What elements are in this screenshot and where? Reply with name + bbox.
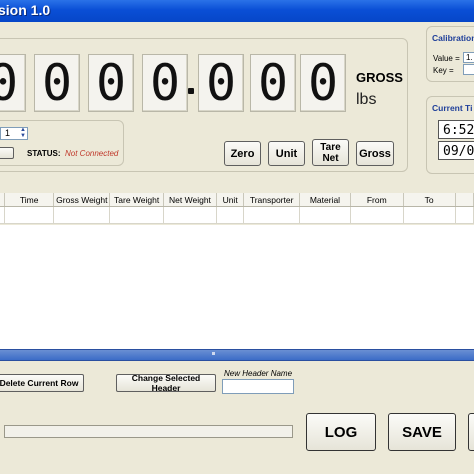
display-digit: 0 — [88, 54, 134, 112]
extra-button[interactable] — [468, 413, 474, 451]
table-cell[interactable] — [299, 206, 352, 224]
splitter-grip-icon — [212, 352, 215, 355]
table-cell[interactable] — [243, 206, 300, 224]
calibration-key-label: Key = — [433, 66, 454, 75]
time-value: 6:52 — [443, 123, 474, 138]
calibration-value: 1. — [466, 53, 473, 62]
table-cell[interactable] — [163, 206, 217, 224]
display-digit: 0 — [34, 54, 80, 112]
column-header-to[interactable]: To — [403, 193, 456, 207]
display-digit: 0 — [142, 54, 188, 112]
table-cell[interactable] — [455, 206, 474, 224]
save-button[interactable]: SAVE — [388, 413, 456, 451]
change-selected-header-button[interactable]: Change Selected Header — [116, 373, 216, 393]
column-header-transporter[interactable]: Transporter — [243, 193, 300, 207]
column-header-net-weight[interactable]: Net Weight — [163, 193, 217, 207]
unit-button[interactable]: Unit — [268, 141, 305, 166]
gross-button[interactable]: Gross — [356, 141, 394, 166]
display-digit: 0 — [250, 54, 296, 112]
table-cell[interactable] — [216, 206, 245, 224]
progress-bar — [4, 425, 293, 438]
log-button[interactable]: LOG — [306, 413, 376, 451]
title-bar: sion 1.0 — [0, 0, 474, 22]
decimal-point — [188, 88, 194, 94]
new-header-name-label: New Header Name — [224, 369, 293, 378]
tare-net-label-line1: Tare — [320, 141, 341, 153]
table-cell[interactable] — [53, 206, 111, 224]
display-unit: lbs — [356, 91, 377, 108]
table-row[interactable] — [0, 206, 474, 224]
zero-button[interactable]: Zero — [224, 141, 261, 166]
status-label: STATUS: — [27, 149, 61, 158]
table-cell[interactable] — [403, 206, 456, 224]
calibration-value-label: Value = — [433, 54, 460, 63]
com-port-value: 1 — [5, 128, 11, 138]
delete-current-row-button[interactable]: Delete Current Row — [0, 374, 84, 392]
current-time-title: Current Ti — [432, 103, 473, 113]
tare-net-label-line2: Net — [322, 152, 339, 164]
column-header-extra[interactable] — [455, 193, 474, 207]
spin-down-icon[interactable]: ▼ — [20, 133, 26, 139]
table-cell[interactable] — [109, 206, 165, 224]
time-display: 6:52 — [438, 120, 474, 139]
column-header-tare-weight[interactable]: Tare Weight — [109, 193, 165, 207]
window-title: sion 1.0 — [0, 2, 51, 18]
display-mode: GROSS — [356, 70, 403, 85]
new-header-name-input[interactable] — [222, 379, 294, 394]
column-header-unit[interactable]: Unit — [216, 193, 245, 207]
status-value: Not Connected — [65, 149, 119, 158]
column-header-time[interactable]: Time — [4, 193, 55, 207]
display-digit: 0 — [198, 54, 244, 112]
column-header-from[interactable]: From — [350, 193, 404, 207]
table-header-row: Time Gross Weight Tare Weight Net Weight… — [0, 193, 474, 207]
calibration-value-field[interactable]: 1. — [463, 52, 474, 63]
connect-button[interactable] — [0, 147, 14, 159]
column-header-material[interactable]: Material — [299, 193, 352, 207]
display-digit: 0 — [0, 54, 26, 112]
display-digit: 0 — [300, 54, 346, 112]
weighing-log-table[interactable]: Time Gross Weight Tare Weight Net Weight… — [0, 193, 474, 224]
table-cell[interactable] — [4, 206, 55, 224]
calibration-key-field[interactable] — [463, 64, 474, 75]
column-header-gross-weight[interactable]: Gross Weight — [53, 193, 111, 207]
splitter-bar[interactable] — [0, 349, 474, 361]
table-cell[interactable] — [350, 206, 404, 224]
com-port-stepper[interactable]: 1 ▲ ▼ — [0, 127, 28, 140]
tare-net-button[interactable]: Tare Net — [312, 139, 349, 166]
table-body-area — [0, 225, 474, 349]
date-value: 09/0 — [443, 144, 474, 159]
calibration-title: Calibration — [432, 33, 474, 43]
date-display: 09/0 — [438, 141, 474, 160]
